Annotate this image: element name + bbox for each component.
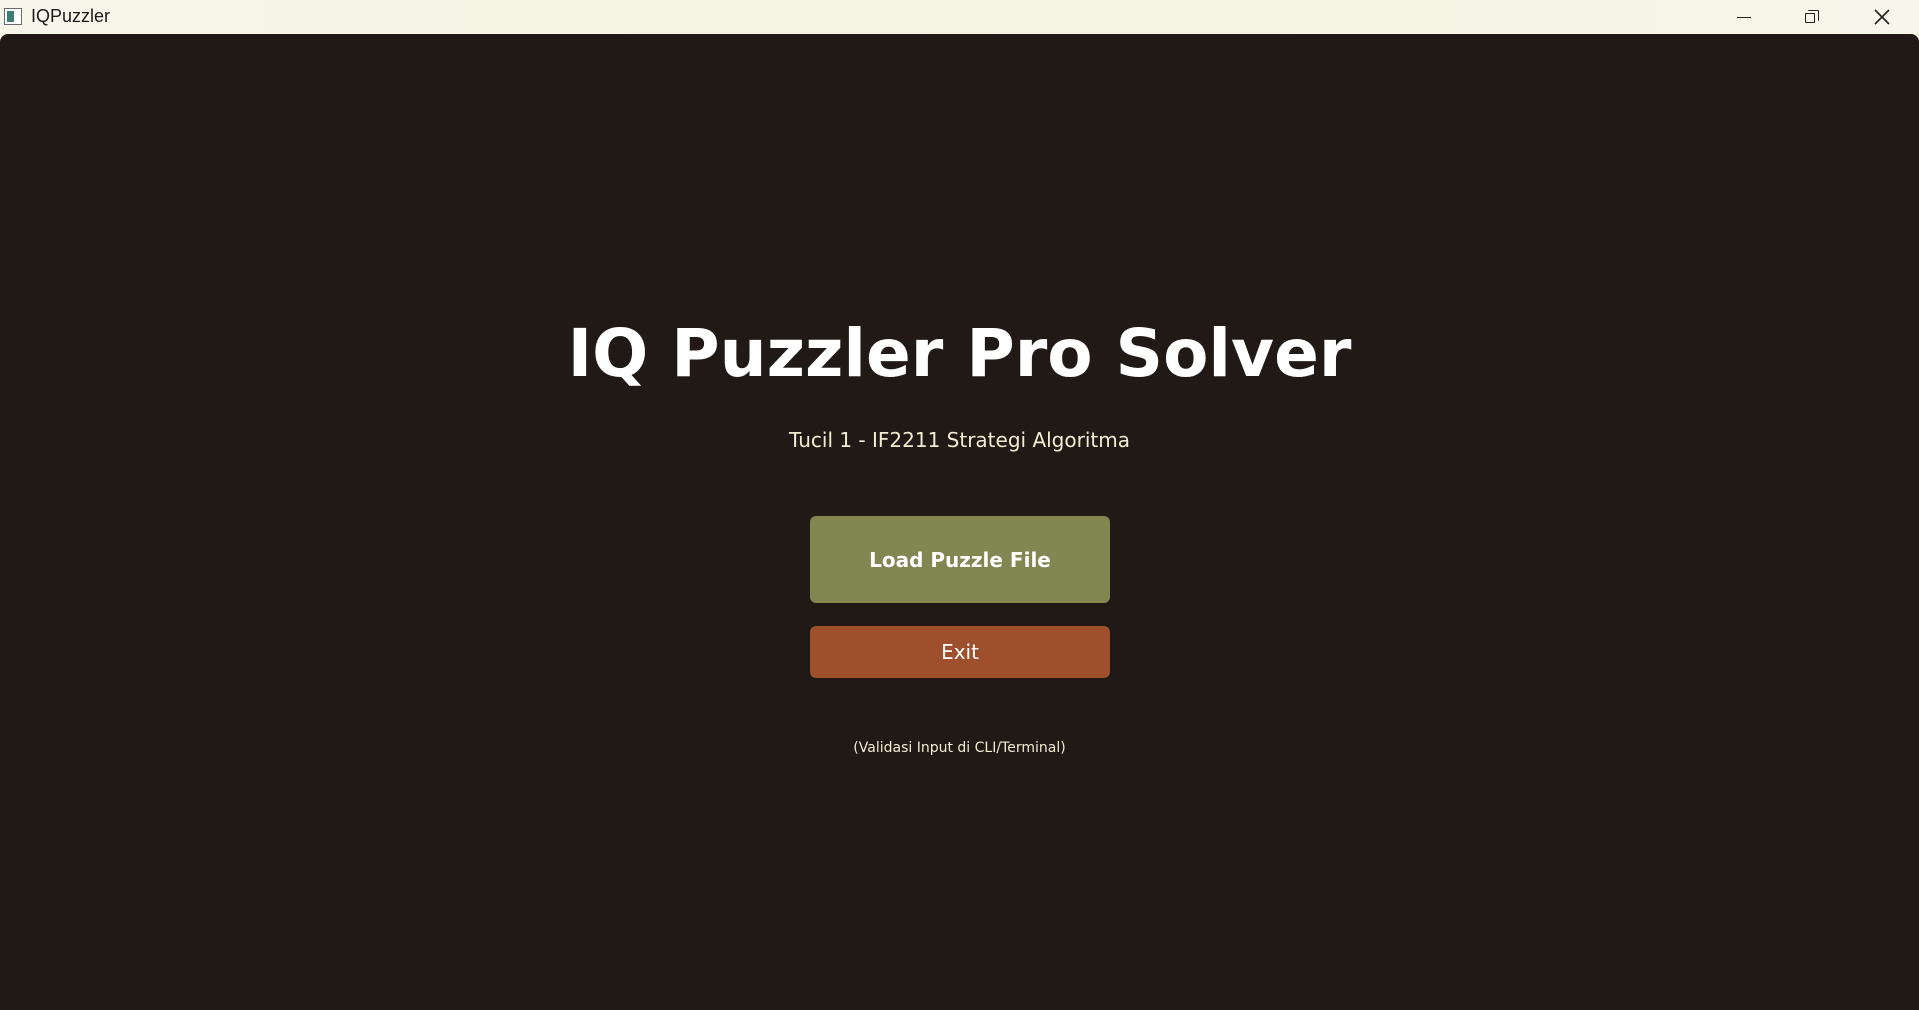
- minimize-icon: [1737, 16, 1751, 18]
- maximize-button[interactable]: [1778, 0, 1846, 34]
- minimize-button[interactable]: [1710, 0, 1778, 34]
- close-button[interactable]: [1848, 0, 1916, 34]
- page-title: IQ Puzzler Pro Solver: [567, 315, 1352, 392]
- exit-button[interactable]: Exit: [810, 626, 1110, 678]
- app-window: IQPuzzler IQ Puzzler Pro Solver Tucil 1 …: [0, 0, 1919, 1010]
- close-icon: [1874, 9, 1890, 25]
- app-icon: [4, 8, 22, 25]
- title-bar[interactable]: IQPuzzler: [0, 0, 1919, 34]
- load-puzzle-file-button[interactable]: Load Puzzle File: [810, 516, 1110, 603]
- main-content: IQ Puzzler Pro Solver Tucil 1 - IF2211 S…: [0, 34, 1919, 1010]
- load-puzzle-file-label: Load Puzzle File: [869, 547, 1051, 572]
- window-title: IQPuzzler: [31, 6, 111, 26]
- validation-note: (Validasi Input di CLI/Terminal): [853, 740, 1066, 756]
- exit-label: Exit: [941, 640, 979, 664]
- page-subtitle: Tucil 1 - IF2211 Strategi Algoritma: [789, 428, 1130, 452]
- restore-icon: [1805, 10, 1819, 24]
